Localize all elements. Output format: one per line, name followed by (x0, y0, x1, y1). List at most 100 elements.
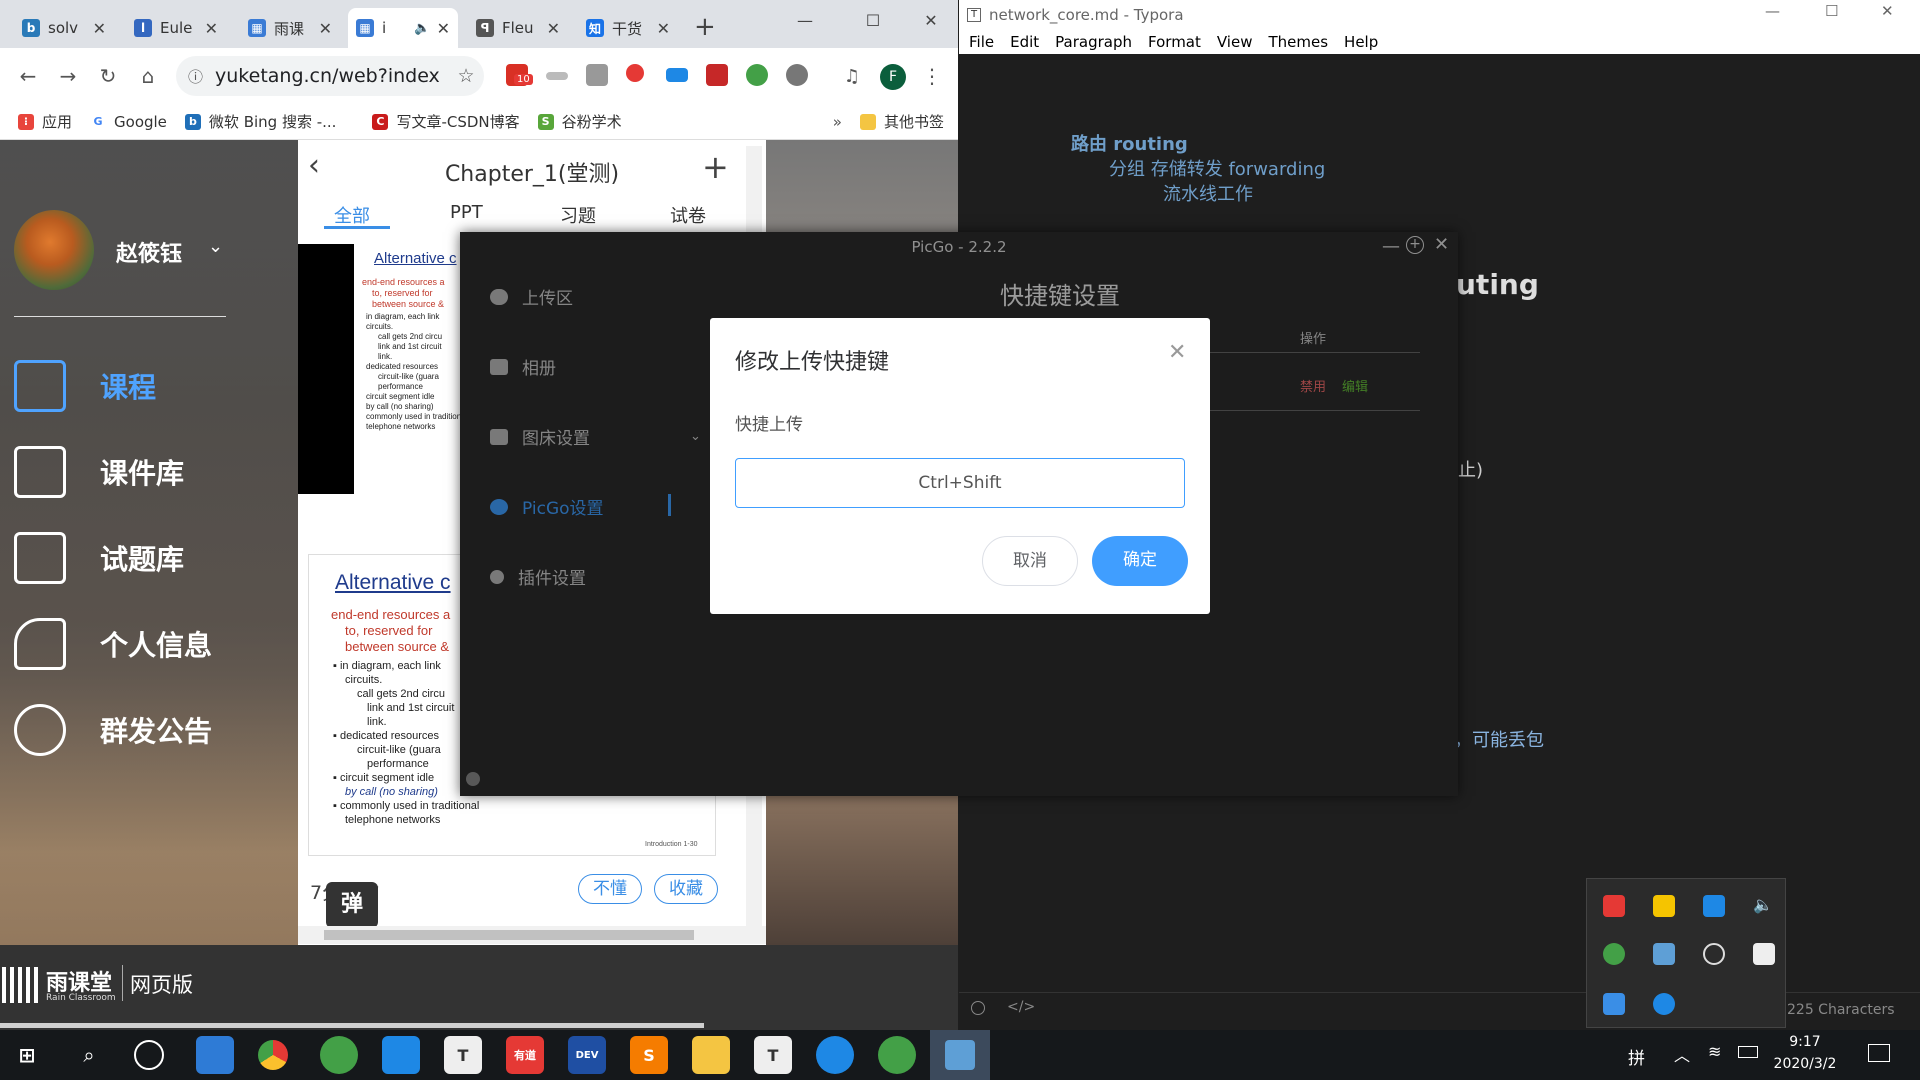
browser-tab[interactable]: b solv ✕ (14, 8, 114, 48)
security-tray-icon[interactable] (1653, 895, 1675, 917)
bookmark-apps[interactable]: ⁝ 应用 (18, 111, 72, 132)
youdao-app-icon[interactable]: 有道 (506, 1036, 544, 1074)
doc-line[interactable]: 止) (1458, 456, 1483, 482)
tab-exercise[interactable]: 习题 (560, 202, 596, 228)
extension-icon[interactable]: 10 (506, 64, 533, 86)
browser-tab[interactable]: ▦ 雨课 ✕ (240, 8, 340, 48)
sync-tray-icon[interactable] (1703, 943, 1725, 965)
extension-icon[interactable] (786, 64, 808, 86)
menu-kebab-icon[interactable]: ⋮ (916, 60, 948, 92)
doc-line[interactable]: 路由 routing (1071, 130, 1188, 156)
menu-file[interactable]: File (969, 33, 994, 51)
notification-center-icon[interactable] (1868, 1044, 1890, 1062)
source-code-icon[interactable]: </> (1007, 999, 1035, 1015)
more-bookmarks-button[interactable]: » (833, 113, 842, 131)
page-scrollbar[interactable] (0, 1023, 704, 1028)
address-bar[interactable]: ⓘ yuketang.cn/web?index (176, 56, 484, 96)
maximize-icon[interactable]: ☐ (850, 0, 896, 40)
user-name[interactable]: 赵筱钰 (116, 236, 182, 268)
reload-icon[interactable]: ↻ (92, 60, 124, 92)
sublime-app-icon[interactable]: S (630, 1036, 668, 1074)
tab-exam[interactable]: 试卷 (670, 202, 706, 228)
feishu-app-icon[interactable] (816, 1036, 854, 1074)
clock-time[interactable]: 9:17 (1770, 1034, 1840, 1050)
volume-icon[interactable]: 🔈 (1753, 895, 1775, 917)
battery-icon[interactable] (1738, 1046, 1758, 1058)
media-control-icon[interactable]: ♫ (836, 60, 868, 92)
typora-app-icon[interactable]: T (754, 1036, 792, 1074)
bookmark-bing[interactable]: b 微软 Bing 搜索 -... (184, 111, 336, 132)
bookmark-gufen[interactable]: S 谷粉学术 (537, 111, 622, 132)
chat-app-icon[interactable] (878, 1036, 916, 1074)
outline-toggle-icon[interactable] (971, 1001, 985, 1015)
browser-tab-active[interactable]: ▦ i 🔈 ✕ (348, 8, 458, 48)
file-explorer-icon[interactable] (692, 1036, 730, 1074)
shortcut-input[interactable]: Ctrl+Shift (735, 458, 1185, 508)
picgo-app-icon-active[interactable] (930, 1030, 990, 1080)
chrome-app-icon[interactable] (258, 1040, 288, 1070)
alarm-clock-icon[interactable] (134, 1040, 164, 1070)
chevron-up-icon[interactable]: ︿ (1674, 1042, 1690, 1066)
menu-help[interactable]: Help (1344, 33, 1378, 51)
chevron-down-icon[interactable]: ⌄ (208, 236, 223, 257)
calendar-app-icon[interactable] (196, 1036, 234, 1074)
new-tab-button[interactable]: + (694, 12, 716, 42)
close-tab-icon[interactable]: ✕ (319, 19, 332, 38)
avatar[interactable] (14, 210, 94, 290)
tab-ppt[interactable]: PPT (450, 202, 483, 223)
bookmark-tray-icon[interactable] (1753, 943, 1775, 965)
add-icon[interactable]: + (702, 148, 729, 186)
browser-tab[interactable]: l Eule ✕ (126, 8, 226, 48)
close-tab-icon[interactable]: ✕ (547, 19, 560, 38)
close-tab-icon[interactable]: ✕ (657, 19, 670, 38)
browser-tab[interactable]: ꟼ Fleu ✕ (468, 8, 568, 48)
picgo-tray-icon[interactable] (1653, 943, 1675, 965)
bookmark-google[interactable]: G Google (90, 113, 167, 131)
feishu-tray-icon[interactable] (1653, 993, 1675, 1015)
close-tab-icon[interactable]: ✕ (205, 19, 218, 38)
extension-icon[interactable] (546, 72, 568, 80)
bookmark-csdn[interactable]: C 写文章-CSDN博客 (372, 111, 520, 132)
typora-app-icon[interactable]: T (444, 1036, 482, 1074)
back-icon[interactable]: ← (12, 60, 44, 92)
picgo-tray-icon[interactable] (1603, 993, 1625, 1015)
app-tray-icon[interactable] (1603, 943, 1625, 965)
ime-indicator[interactable]: 拼 (1628, 1044, 1645, 1069)
bluetooth-tray-icon[interactable] (1703, 895, 1725, 917)
scrollbar-thumb[interactable] (324, 930, 694, 940)
close-icon[interactable]: ✕ (1168, 340, 1186, 365)
close-tab-icon[interactable]: ✕ (437, 19, 450, 38)
audio-playing-icon[interactable]: 🔈 (414, 21, 430, 36)
extension-icon[interactable] (626, 64, 644, 82)
confirm-button[interactable]: 确定 (1092, 536, 1188, 586)
profile-avatar[interactable]: F (880, 64, 906, 90)
pdf-extension-icon[interactable] (706, 64, 728, 86)
horizontal-scrollbar[interactable] (298, 926, 766, 944)
minimize-icon[interactable]: — (1765, 2, 1780, 20)
doc-line[interactable]: 流水线工作 (1163, 180, 1253, 206)
devcpp-app-icon[interactable]: DEV (568, 1036, 606, 1074)
menu-view[interactable]: View (1217, 33, 1253, 51)
sidebar-item-profile[interactable]: 个人信息 (14, 618, 212, 670)
menu-themes[interactable]: Themes (1268, 33, 1328, 51)
doc-line[interactable]: 分组 存储转发 forwarding (1109, 155, 1325, 181)
menu-paragraph[interactable]: Paragraph (1055, 33, 1132, 51)
home-icon[interactable]: ⌂ (132, 60, 164, 92)
screenshot-tray-icon[interactable] (1603, 895, 1625, 917)
cancel-button[interactable]: 取消 (982, 536, 1078, 586)
maximize-icon[interactable]: ☐ (1825, 2, 1838, 20)
wifi-icon[interactable]: ≋ (1708, 1042, 1721, 1061)
extension-icon[interactable] (666, 68, 688, 82)
close-window-icon[interactable]: ✕ (1881, 2, 1894, 20)
other-bookmarks[interactable]: 其他书签 (859, 111, 944, 132)
danmu-button[interactable]: 弹 (326, 882, 378, 928)
star-bookmark-icon[interactable]: ☆ (450, 60, 482, 92)
favorite-button[interactable]: 收藏 (654, 874, 718, 904)
dont-understand-button[interactable]: 不懂 (578, 874, 642, 904)
sidebar-item-question-bank[interactable]: 试题库 (14, 532, 184, 584)
menu-format[interactable]: Format (1148, 33, 1201, 51)
extension-icon[interactable] (586, 64, 608, 86)
menu-edit[interactable]: Edit (1010, 33, 1039, 51)
sidebar-item-announcement[interactable]: 群发公告 (14, 704, 212, 756)
doc-heading[interactable]: uting (1456, 268, 1539, 301)
